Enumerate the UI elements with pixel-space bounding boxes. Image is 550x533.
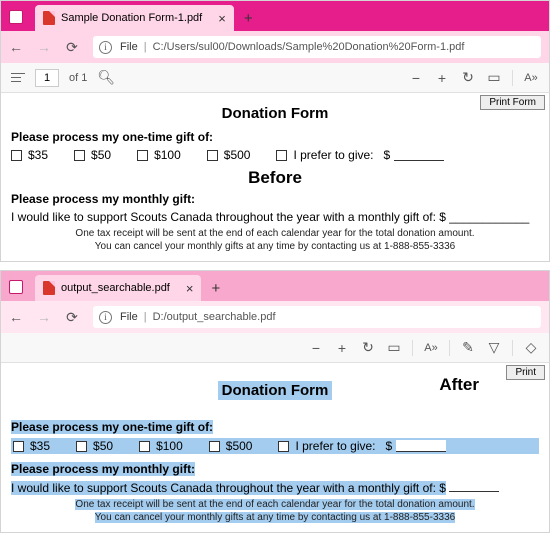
- close-tab-icon[interactable]: ×: [186, 281, 194, 296]
- onetime-options: $35 $50 $100 $500 I prefer to give: $: [11, 148, 539, 162]
- fineprint-1: One tax receipt will be sent at the end …: [11, 227, 539, 240]
- nav-toolbar: ← → ⟳ i File | D:/output_searchable.pdf: [1, 301, 549, 333]
- checkbox[interactable]: [76, 441, 87, 452]
- contents-icon[interactable]: [11, 73, 25, 83]
- file-scheme-label: File: [120, 41, 138, 53]
- pdf-toolbar: of 1 🔍︎ − + ↻ ▭ A»: [1, 63, 549, 93]
- back-button[interactable]: ←: [9, 309, 23, 325]
- checkbox[interactable]: [11, 150, 22, 161]
- read-aloud-icon[interactable]: A»: [523, 72, 539, 84]
- file-scheme-label: File: [120, 311, 138, 323]
- form-title: Donation Form: [218, 381, 333, 400]
- monthly-prompt: Please process my monthly gift:: [11, 462, 539, 476]
- monthly-text: I would like to support Scouts Canada th…: [11, 480, 539, 495]
- address-bar[interactable]: i File | C:/Users/sul00/Downloads/Sample…: [93, 36, 541, 58]
- page-count: of 1: [69, 72, 87, 84]
- zoom-in-icon[interactable]: +: [334, 340, 350, 356]
- after-label: After: [439, 375, 479, 395]
- app-icon: [9, 10, 23, 24]
- titlebar: output_searchable.pdf × +: [1, 271, 549, 301]
- pdf-toolbar: − + ↻ ▭ A» ✎ ▽ ◇: [1, 333, 549, 363]
- browser-tab[interactable]: output_searchable.pdf ×: [35, 275, 201, 301]
- form-title: Donation Form: [11, 105, 539, 122]
- read-aloud-icon[interactable]: A»: [423, 342, 439, 354]
- fit-page-icon[interactable]: ▭: [386, 339, 402, 356]
- draw-icon[interactable]: ✎: [460, 339, 476, 356]
- browser-window-before: Sample Donation Form-1.pdf × + ← → ⟳ i F…: [0, 0, 550, 262]
- print-form-button[interactable]: Print Form: [480, 95, 545, 110]
- page-number-input[interactable]: [35, 69, 59, 87]
- fineprint-2: You can cancel your monthly gifts at any…: [11, 240, 539, 253]
- rotate-icon[interactable]: ↻: [360, 339, 376, 356]
- browser-window-after: output_searchable.pdf × + ← → ⟳ i File |…: [0, 270, 550, 533]
- monthly-text: I would like to support Scouts Canada th…: [11, 210, 539, 224]
- browser-tab[interactable]: Sample Donation Form-1.pdf ×: [35, 5, 234, 31]
- checkbox[interactable]: [276, 150, 287, 161]
- forward-button[interactable]: →: [37, 309, 51, 325]
- rotate-icon[interactable]: ↻: [460, 69, 476, 86]
- checkbox[interactable]: [209, 441, 220, 452]
- pdf-content: Print Form Donation Form Please process …: [1, 93, 549, 261]
- info-icon[interactable]: i: [99, 311, 112, 324]
- checkbox[interactable]: [13, 441, 24, 452]
- refresh-button[interactable]: ⟳: [65, 39, 79, 56]
- zoom-out-icon[interactable]: −: [308, 340, 324, 356]
- fit-page-icon[interactable]: ▭: [486, 69, 502, 86]
- pdf-icon: [43, 281, 55, 295]
- divider: |: [144, 41, 147, 53]
- checkbox[interactable]: [139, 441, 150, 452]
- amount-blank: [394, 149, 444, 161]
- fineprint-2: You can cancel your monthly gifts at any…: [11, 511, 539, 524]
- monthly-prompt: Please process my monthly gift:: [11, 192, 539, 206]
- url-text: D:/output_searchable.pdf: [153, 311, 276, 323]
- nav-toolbar: ← → ⟳ i File | C:/Users/sul00/Downloads/…: [1, 31, 549, 63]
- divider: |: [144, 311, 147, 323]
- info-icon[interactable]: i: [99, 41, 112, 54]
- tab-title: output_searchable.pdf: [61, 282, 170, 294]
- checkbox[interactable]: [207, 150, 218, 161]
- new-tab-button[interactable]: +: [211, 280, 220, 297]
- zoom-in-icon[interactable]: +: [434, 70, 450, 86]
- erase-icon[interactable]: ◇: [523, 339, 539, 356]
- checkbox[interactable]: [278, 441, 289, 452]
- tab-title: Sample Donation Form-1.pdf: [61, 12, 202, 24]
- checkbox[interactable]: [137, 150, 148, 161]
- onetime-prompt: Please process my one-time gift of:: [11, 420, 539, 434]
- pdf-icon: [43, 11, 55, 25]
- new-tab-button[interactable]: +: [244, 10, 253, 27]
- before-label: Before: [11, 168, 539, 188]
- url-text: C:/Users/sul00/Downloads/Sample%20Donati…: [153, 41, 465, 53]
- zoom-out-icon[interactable]: −: [408, 70, 424, 86]
- fineprint-1: One tax receipt will be sent at the end …: [11, 498, 539, 511]
- pdf-content: Print Donation Form After Please process…: [1, 363, 549, 532]
- forward-button[interactable]: →: [37, 39, 51, 55]
- onetime-prompt: Please process my one-time gift of:: [11, 130, 539, 144]
- app-icon: [9, 280, 23, 294]
- refresh-button[interactable]: ⟳: [65, 309, 79, 326]
- highlight-icon[interactable]: ▽: [486, 339, 502, 356]
- amount-blank: [396, 440, 446, 452]
- search-icon[interactable]: 🔍︎: [97, 69, 113, 86]
- titlebar: Sample Donation Form-1.pdf × +: [1, 1, 549, 31]
- back-button[interactable]: ←: [9, 39, 23, 55]
- onetime-options: $35 $50 $100 $500 I prefer to give: $: [11, 438, 539, 454]
- address-bar[interactable]: i File | D:/output_searchable.pdf: [93, 306, 541, 328]
- close-tab-icon[interactable]: ×: [218, 11, 226, 26]
- checkbox[interactable]: [74, 150, 85, 161]
